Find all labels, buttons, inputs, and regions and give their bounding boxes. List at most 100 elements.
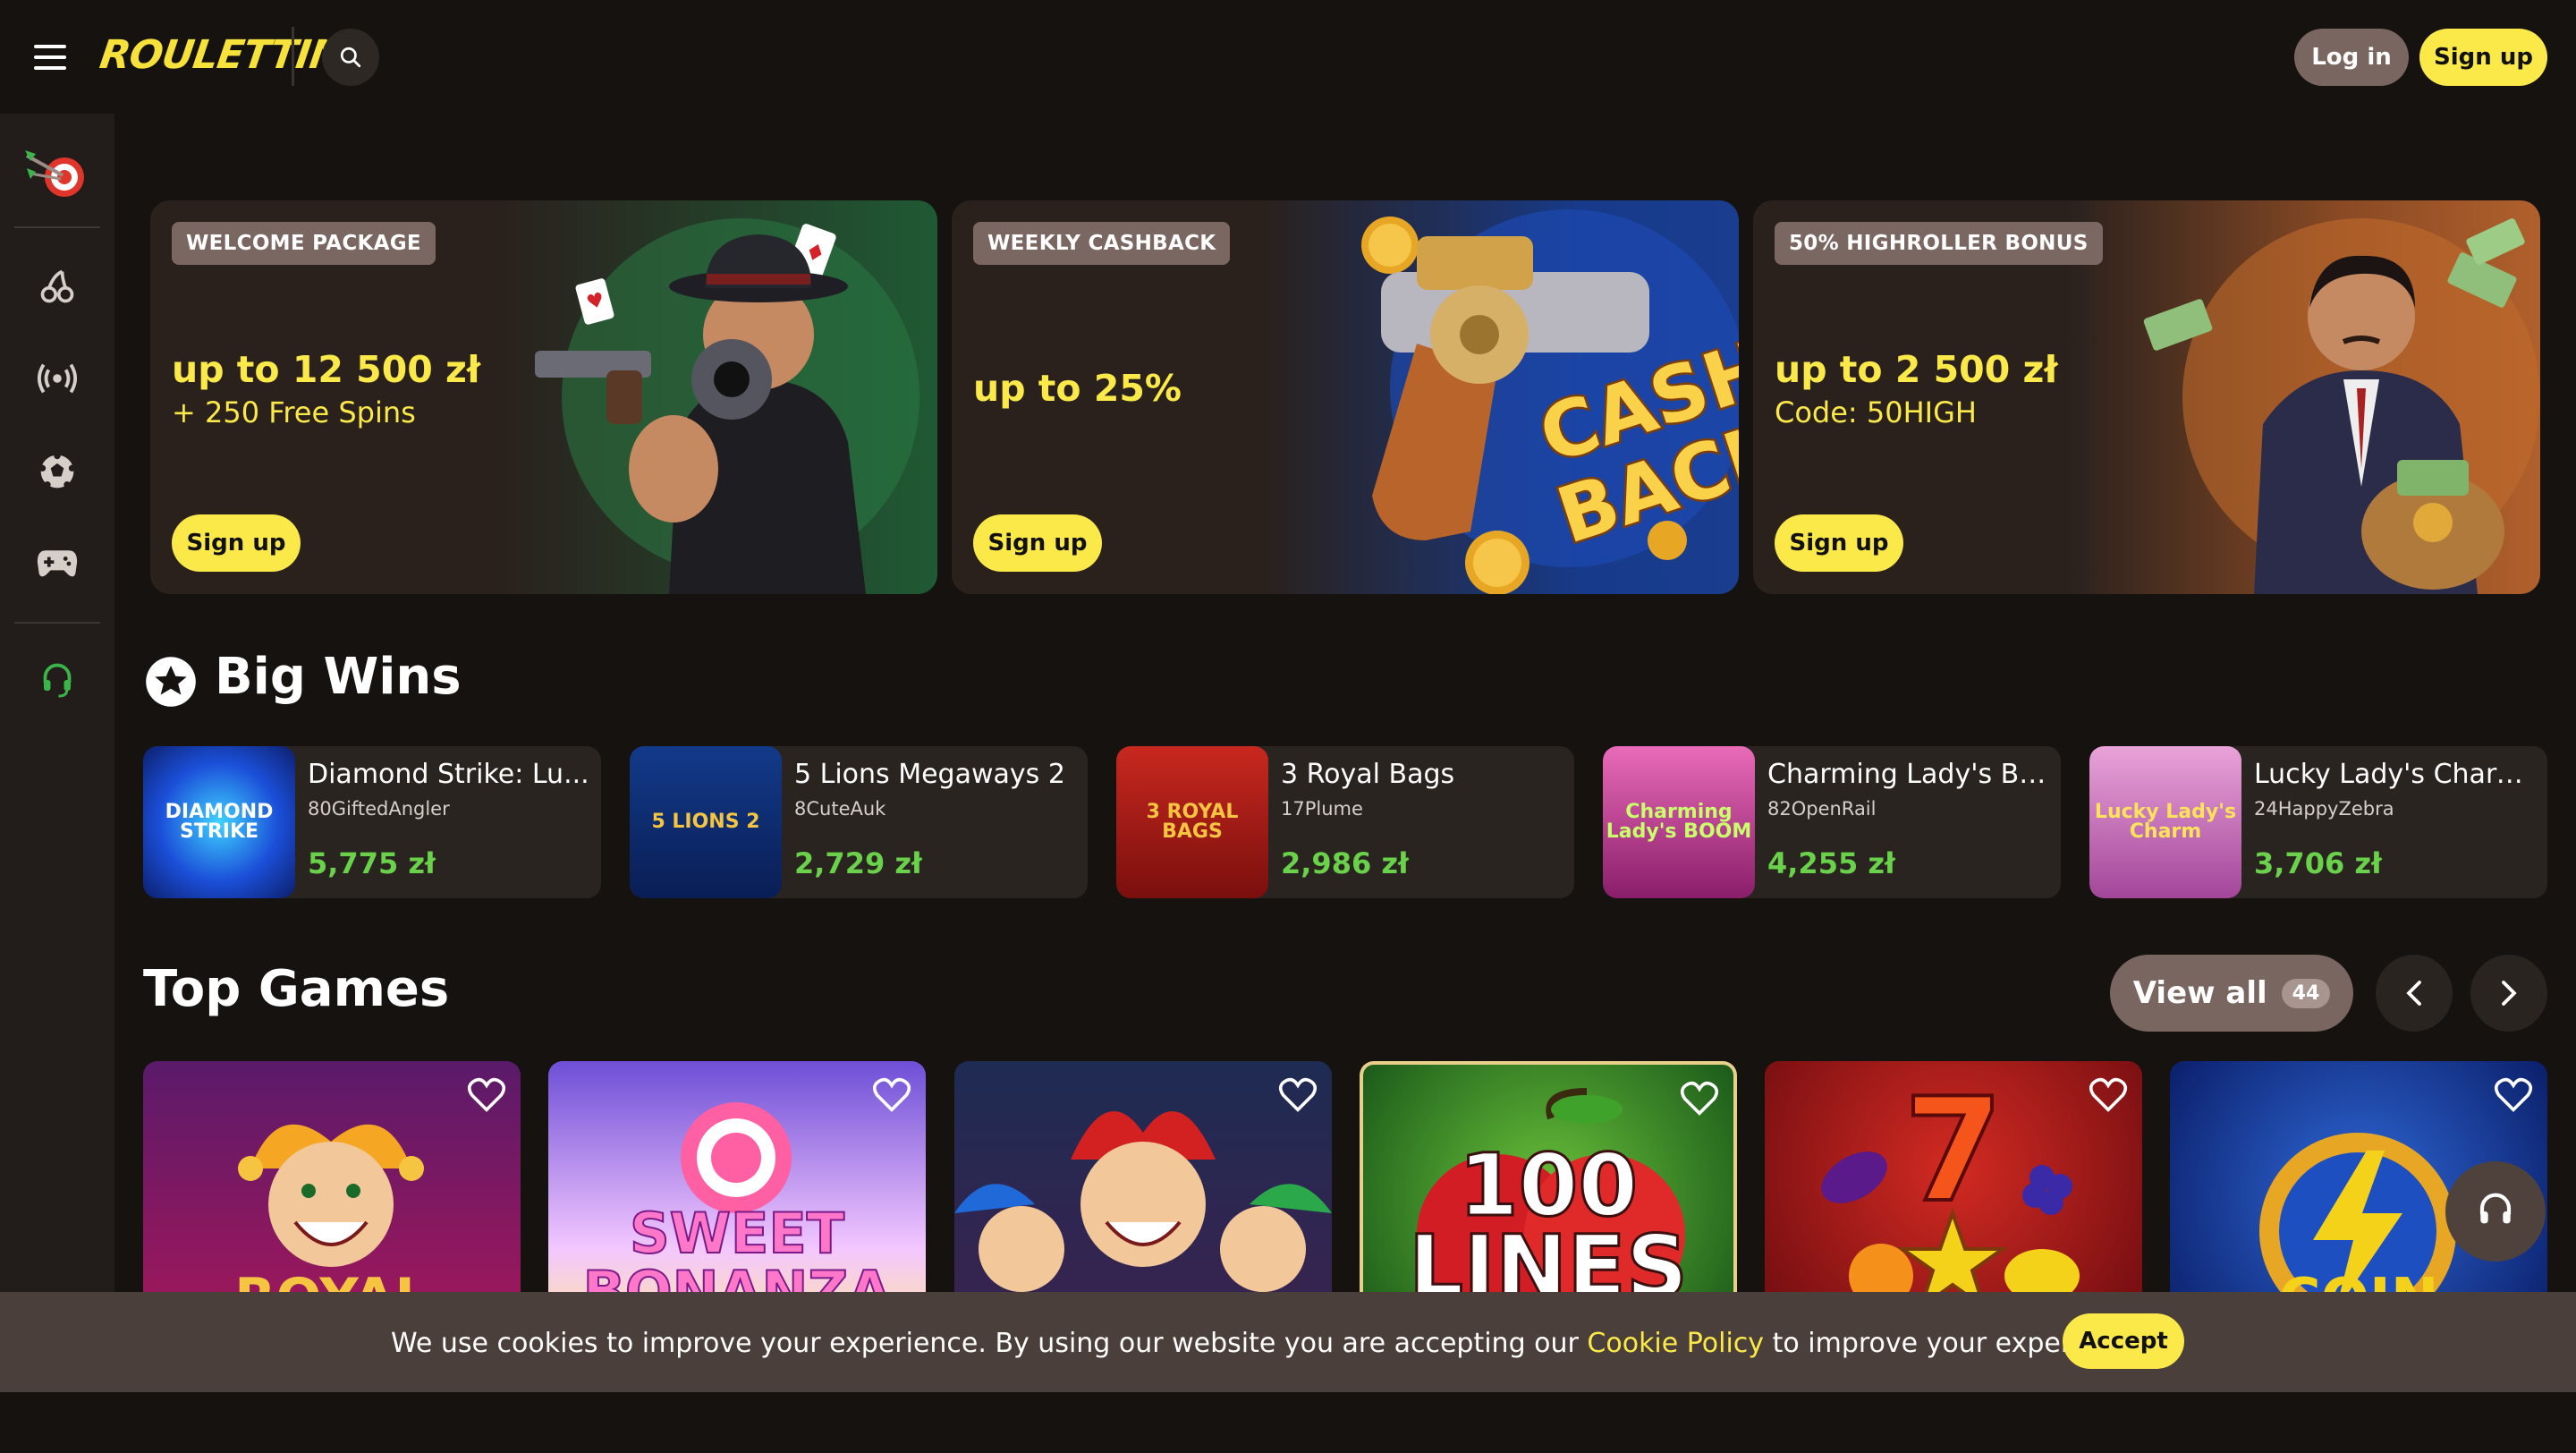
headset-icon — [43, 663, 72, 698]
target-darts-icon — [25, 150, 84, 197]
game-thumbnail: Charming Lady's BOOM — [1603, 746, 1755, 898]
favorite-heart-icon[interactable] — [2494, 1077, 2533, 1113]
banner-tag: WELCOME PACKAGE — [172, 222, 436, 265]
tile-title: 100 LINES — [1408, 1135, 1690, 1318]
game-thumbnail: DIAMOND STRIKE — [143, 746, 295, 898]
banner-title: up to 25% — [973, 367, 1182, 410]
cookie-accept-button[interactable]: Accept — [2063, 1313, 2184, 1369]
game-tile[interactable] — [954, 1061, 1332, 1330]
banner-signup-button[interactable]: Sign up — [973, 514, 1102, 572]
win-username: 80GiftedAngler — [308, 798, 450, 820]
header-divider — [292, 27, 294, 86]
favorite-heart-icon[interactable] — [2089, 1077, 2128, 1113]
banner-tag: WEEKLY CASHBACK — [973, 222, 1231, 265]
promo-banner-welcome[interactable]: ♦ ♥ WELCOME PACKAGE up to 12 500 zł + 25… — [150, 200, 937, 594]
sidebar-item-home[interactable] — [21, 139, 93, 210]
gangster-illustration: ♦ ♥ — [535, 218, 919, 594]
big-win-card[interactable]: Charming Lady's BOOM Charming Lady's Bo.… — [1603, 746, 2061, 898]
login-button[interactable]: Log in — [2294, 29, 2409, 86]
win-amount: 5,775 zł — [308, 846, 436, 880]
win-username: 17Plume — [1281, 798, 1363, 820]
sidebar-item-games[interactable] — [21, 528, 93, 599]
search-button[interactable] — [322, 29, 379, 86]
banner-tag: 50% HIGHROLLER BONUS — [1775, 222, 2103, 265]
cookie-banner: We use cookies to improve your experienc… — [0, 1292, 2576, 1392]
view-all-button[interactable]: View all 44 — [2110, 955, 2353, 1032]
sidebar-item-support[interactable] — [21, 644, 93, 716]
cherry-icon — [40, 269, 74, 303]
game-tile[interactable]: 100 LINES — [1360, 1061, 1737, 1330]
big-win-card[interactable]: DIAMOND STRIKE Diamond Strike: Lu... 80G… — [143, 746, 601, 898]
carousel-next-button[interactable] — [2470, 955, 2547, 1032]
banner-signup-button[interactable]: Sign up — [172, 514, 301, 572]
favorite-heart-icon[interactable] — [1278, 1077, 1318, 1113]
cashback-revolver-illustration: CASH BACK — [1361, 209, 1739, 594]
chevron-left-icon — [2406, 981, 2421, 1006]
thumbnail-text: 3 ROYAL BAGS — [1146, 801, 1239, 843]
win-amount: 2,729 zł — [794, 846, 922, 880]
win-username: 24HappyZebra — [2254, 798, 2394, 820]
thumbnail-text: Lucky Lady's Charm — [2094, 801, 2237, 843]
big-win-card[interactable]: 3 ROYAL BAGS 3 Royal Bags 17Plume 2,986 … — [1116, 746, 1574, 898]
game-thumbnail: Lucky Lady's Charm — [2089, 746, 2241, 898]
gamepad-icon — [37, 550, 78, 577]
highroller-illustration — [2143, 218, 2540, 594]
headset-icon — [2479, 1193, 2512, 1224]
banner-title: up to 2 500 zł — [1775, 348, 2058, 391]
search-icon — [340, 47, 361, 68]
banner-signup-button[interactable]: Sign up — [1775, 514, 1903, 572]
favorite-heart-icon[interactable] — [467, 1077, 506, 1113]
carousel-prev-button[interactable] — [2376, 955, 2453, 1032]
win-amount: 2,986 zł — [1281, 846, 1409, 880]
top-header: ROULETTINO Log in Sign up — [0, 0, 2576, 114]
win-game-name: Charming Lady's Bo... — [1767, 759, 2052, 790]
win-amount: 3,706 zł — [2254, 846, 2382, 880]
win-game-name: 3 Royal Bags — [1281, 759, 1455, 790]
big-wins-title: Big Wins — [215, 648, 462, 706]
sidebar-divider — [14, 622, 100, 624]
tile-title: 7 — [1902, 1066, 2004, 1234]
sidebar-divider — [14, 226, 100, 228]
win-amount: 4,255 zł — [1767, 846, 1895, 880]
live-broadcast-icon — [37, 363, 78, 394]
chevron-right-icon — [2502, 981, 2517, 1006]
sidebar-item-live[interactable] — [21, 343, 93, 414]
big-win-card[interactable]: Lucky Lady's Charm Lucky Lady's Charm...… — [2089, 746, 2547, 898]
sidebar — [0, 114, 114, 1453]
support-chat-button[interactable] — [2445, 1161, 2546, 1262]
cookie-text-before: We use cookies to improve your experienc… — [391, 1328, 1579, 1359]
football-icon — [38, 452, 76, 489]
cookie-message: We use cookies to improve your experienc… — [391, 1328, 2144, 1359]
thumbnail-text: DIAMOND STRIKE — [165, 801, 274, 843]
favorite-heart-icon[interactable] — [1680, 1081, 1719, 1117]
win-game-name: Diamond Strike: Lu... — [308, 759, 589, 790]
view-all-count-badge: 44 — [2281, 978, 2331, 1008]
cookie-policy-link[interactable]: Cookie Policy — [1587, 1328, 1764, 1359]
menu-icon[interactable] — [34, 45, 66, 70]
banner-subtitle: Code: 50HIGH — [1775, 395, 1977, 429]
win-username: 82OpenRail — [1767, 798, 1877, 820]
thumbnail-text: 5 LIONS 2 — [651, 811, 760, 833]
game-thumbnail: 3 ROYAL BAGS — [1116, 746, 1268, 898]
game-tile[interactable]: SWEET BONANZA — [548, 1061, 926, 1330]
star-badge-icon — [146, 657, 196, 707]
game-thumbnail: 5 LIONS 2 — [630, 746, 782, 898]
sidebar-item-slots[interactable] — [21, 251, 93, 322]
game-tile[interactable]: ROYAL — [143, 1061, 521, 1330]
view-all-label: View all — [2132, 975, 2267, 1011]
win-game-name: Lucky Lady's Charm... — [2254, 759, 2538, 790]
banner-title: up to 12 500 zł — [172, 348, 481, 391]
banner-subtitle: + 250 Free Spins — [172, 395, 416, 429]
win-username: 8CuteAuk — [794, 798, 886, 820]
win-game-name: 5 Lions Megaways 2 — [794, 759, 1065, 790]
promo-banner-cashback[interactable]: CASH BACK WEEKLY CASHBACK up to 25% Sign… — [952, 200, 1739, 594]
sidebar-item-sports[interactable] — [21, 436, 93, 507]
game-tile[interactable]: 7 — [1765, 1061, 2142, 1330]
favorite-heart-icon[interactable] — [872, 1077, 911, 1113]
signup-button[interactable]: Sign up — [2419, 29, 2547, 86]
promo-banner-highroller[interactable]: 50% HIGHROLLER BONUS up to 2 500 zł Code… — [1753, 200, 2540, 594]
big-win-card[interactable]: 5 LIONS 2 5 Lions Megaways 2 8CuteAuk 2,… — [630, 746, 1088, 898]
top-games-title: Top Games — [143, 960, 450, 1018]
thumbnail-text: Charming Lady's BOOM — [1606, 801, 1752, 843]
footer-strip — [0, 1392, 2576, 1453]
